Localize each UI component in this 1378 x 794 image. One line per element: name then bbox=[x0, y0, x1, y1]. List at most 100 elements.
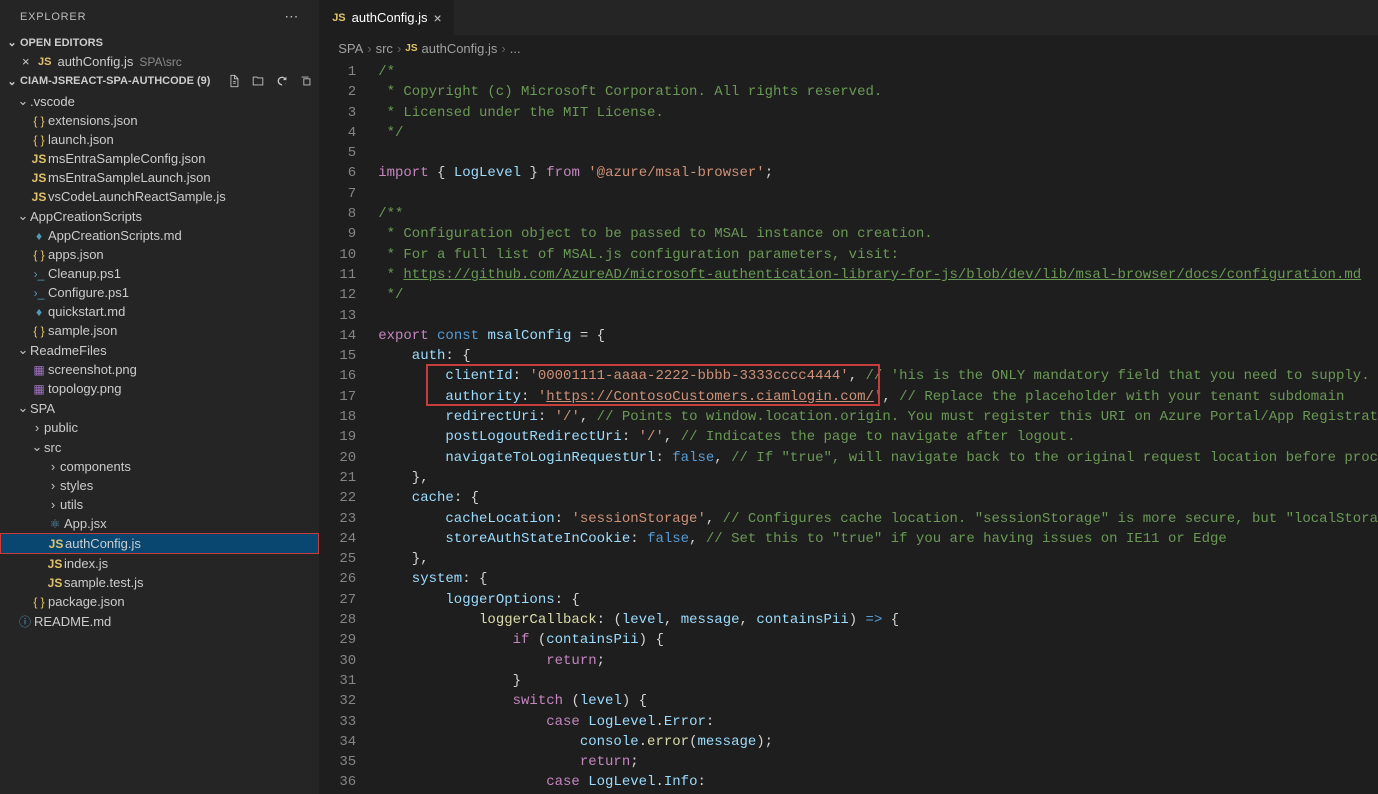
js-file-icon: JS bbox=[405, 43, 417, 54]
chevron-right-icon: › bbox=[367, 41, 371, 56]
tree-item-label: vsCodeLaunchReactSample.js bbox=[48, 189, 226, 204]
chevron-down-icon: ⌄ bbox=[30, 439, 44, 455]
chevron-right-icon: › bbox=[46, 478, 60, 493]
tree-item-label: Configure.ps1 bbox=[48, 285, 129, 300]
tree-item-label: src bbox=[44, 440, 61, 455]
folder-item[interactable]: ⌄ReadmeFiles bbox=[0, 340, 319, 360]
explorer-sidebar: EXPLORER ⋯ ⌄ OPEN EDITORS × JS authConfi… bbox=[0, 0, 320, 794]
breadcrumb[interactable]: SPA › src › JS authConfig.js › ... bbox=[320, 35, 1378, 61]
file-item[interactable]: { }sample.json bbox=[0, 321, 319, 340]
editor-area: JS authConfig.js × SPA › src › JS authCo… bbox=[320, 0, 1378, 794]
tree-item-label: .vscode bbox=[30, 94, 75, 109]
explorer-title: EXPLORER bbox=[20, 11, 86, 23]
tree-item-label: index.js bbox=[64, 556, 108, 571]
file-item[interactable]: ›_Configure.ps1 bbox=[0, 283, 319, 302]
tree-item-label: apps.json bbox=[48, 247, 104, 262]
file-item[interactable]: JSmsEntraSampleLaunch.json bbox=[0, 168, 319, 187]
new-file-icon[interactable] bbox=[227, 74, 241, 88]
tab-bar: JS authConfig.js × bbox=[320, 0, 1378, 35]
breadcrumb-item[interactable]: SPA bbox=[338, 41, 363, 56]
tree-item-label: ReadmeFiles bbox=[30, 343, 107, 358]
chevron-right-icon: › bbox=[30, 420, 44, 435]
folder-item[interactable]: ›utils bbox=[0, 495, 319, 514]
file-item[interactable]: ▦topology.png bbox=[0, 379, 319, 398]
chevron-right-icon: › bbox=[501, 41, 505, 56]
tree-item-label: public bbox=[44, 420, 78, 435]
tree-item-label: SPA bbox=[30, 401, 55, 416]
tab-label: authConfig.js bbox=[352, 10, 428, 25]
file-item[interactable]: ›_Cleanup.ps1 bbox=[0, 264, 319, 283]
line-number-gutter: 1234567891011121314151617181920212223242… bbox=[320, 61, 378, 794]
tree-item-label: sample.test.js bbox=[64, 575, 143, 590]
tree-item-label: utils bbox=[60, 497, 83, 512]
file-item[interactable]: ♦AppCreationScripts.md bbox=[0, 226, 319, 245]
refresh-icon[interactable] bbox=[275, 74, 289, 88]
explorer-header: EXPLORER ⋯ bbox=[0, 0, 319, 33]
file-item[interactable]: JSmsEntraSampleConfig.json bbox=[0, 149, 319, 168]
chevron-right-icon: › bbox=[46, 459, 60, 474]
workspace-header[interactable]: ⌄ CIAM-JSREACT-SPA-AUTHCODE (9) bbox=[0, 71, 319, 91]
chevron-right-icon: › bbox=[46, 497, 60, 512]
open-editors-label: OPEN EDITORS bbox=[20, 37, 103, 49]
file-item[interactable]: { }apps.json bbox=[0, 245, 319, 264]
close-icon[interactable]: × bbox=[22, 54, 38, 69]
close-tab-icon[interactable]: × bbox=[434, 10, 442, 26]
file-item[interactable]: JSsample.test.js bbox=[0, 573, 319, 592]
explorer-more-icon[interactable]: ⋯ bbox=[284, 8, 307, 25]
file-item[interactable]: { }launch.json bbox=[0, 130, 319, 149]
collapse-all-icon[interactable] bbox=[299, 74, 313, 88]
tree-item-label: Cleanup.ps1 bbox=[48, 266, 121, 281]
editor-tab[interactable]: JS authConfig.js × bbox=[320, 0, 455, 35]
file-item[interactable]: JSindex.js bbox=[0, 554, 319, 573]
workspace-name: CIAM-JSREACT-SPA-AUTHCODE (9) bbox=[20, 75, 210, 87]
file-item[interactable]: { }extensions.json bbox=[0, 111, 319, 130]
js-file-icon: JS bbox=[38, 56, 51, 68]
file-item[interactable]: ♦quickstart.md bbox=[0, 302, 319, 321]
chevron-down-icon: ⌄ bbox=[4, 36, 20, 49]
file-item[interactable]: ▦screenshot.png bbox=[0, 360, 319, 379]
breadcrumb-item[interactable]: ... bbox=[510, 41, 521, 56]
folder-item[interactable]: ⌄AppCreationScripts bbox=[0, 206, 319, 226]
folder-item[interactable]: ⌄SPA bbox=[0, 398, 319, 418]
tree-item-label: extensions.json bbox=[48, 113, 138, 128]
tree-item-label: README.md bbox=[34, 614, 111, 629]
tree-item-label: topology.png bbox=[48, 381, 122, 396]
chevron-down-icon: ⌄ bbox=[16, 93, 30, 109]
tree-item-label: msEntraSampleLaunch.json bbox=[48, 170, 211, 185]
tree-item-label: msEntraSampleConfig.json bbox=[48, 151, 206, 166]
tree-item-label: quickstart.md bbox=[48, 304, 125, 319]
folder-item[interactable]: ⌄src bbox=[0, 437, 319, 457]
chevron-right-icon: › bbox=[397, 41, 401, 56]
tree-item-label: launch.json bbox=[48, 132, 114, 147]
tree-item-label: components bbox=[60, 459, 131, 474]
new-folder-icon[interactable] bbox=[251, 74, 265, 88]
file-item[interactable]: JSvsCodeLaunchReactSample.js bbox=[0, 187, 319, 206]
tree-item-label: authConfig.js bbox=[65, 536, 141, 551]
open-editor-path: SPA\src bbox=[139, 55, 181, 69]
open-editor-item[interactable]: × JS authConfig.js SPA\src bbox=[0, 52, 319, 71]
tree-item-label: sample.json bbox=[48, 323, 117, 338]
open-editors-header[interactable]: ⌄ OPEN EDITORS bbox=[0, 33, 319, 52]
tree-item-label: AppCreationScripts.md bbox=[48, 228, 182, 243]
open-editor-name: authConfig.js bbox=[57, 54, 133, 69]
chevron-down-icon: ⌄ bbox=[16, 342, 30, 358]
tree-item-label: styles bbox=[60, 478, 93, 493]
code-editor[interactable]: 1234567891011121314151617181920212223242… bbox=[320, 61, 1378, 794]
file-tree: ⌄.vscode{ }extensions.json{ }launch.json… bbox=[0, 91, 319, 794]
folder-item[interactable]: ⌄.vscode bbox=[0, 91, 319, 111]
folder-item[interactable]: ›styles bbox=[0, 476, 319, 495]
file-item[interactable]: { }package.json bbox=[0, 592, 319, 611]
folder-item[interactable]: ›components bbox=[0, 457, 319, 476]
tree-item-label: App.jsx bbox=[64, 516, 107, 531]
folder-item[interactable]: ›public bbox=[0, 418, 319, 437]
file-item[interactable]: JSauthConfig.js bbox=[0, 533, 319, 554]
tree-item-label: AppCreationScripts bbox=[30, 209, 142, 224]
code-content[interactable]: /* * Copyright (c) Microsoft Corporation… bbox=[378, 61, 1378, 794]
tree-item-label: package.json bbox=[48, 594, 125, 609]
file-item[interactable]: ⚛App.jsx bbox=[0, 514, 319, 533]
breadcrumb-item[interactable]: authConfig.js bbox=[422, 41, 498, 56]
chevron-down-icon: ⌄ bbox=[16, 400, 30, 416]
file-item[interactable]: ⓘREADME.md bbox=[0, 611, 319, 632]
chevron-down-icon: ⌄ bbox=[16, 208, 30, 224]
breadcrumb-item[interactable]: src bbox=[376, 41, 393, 56]
